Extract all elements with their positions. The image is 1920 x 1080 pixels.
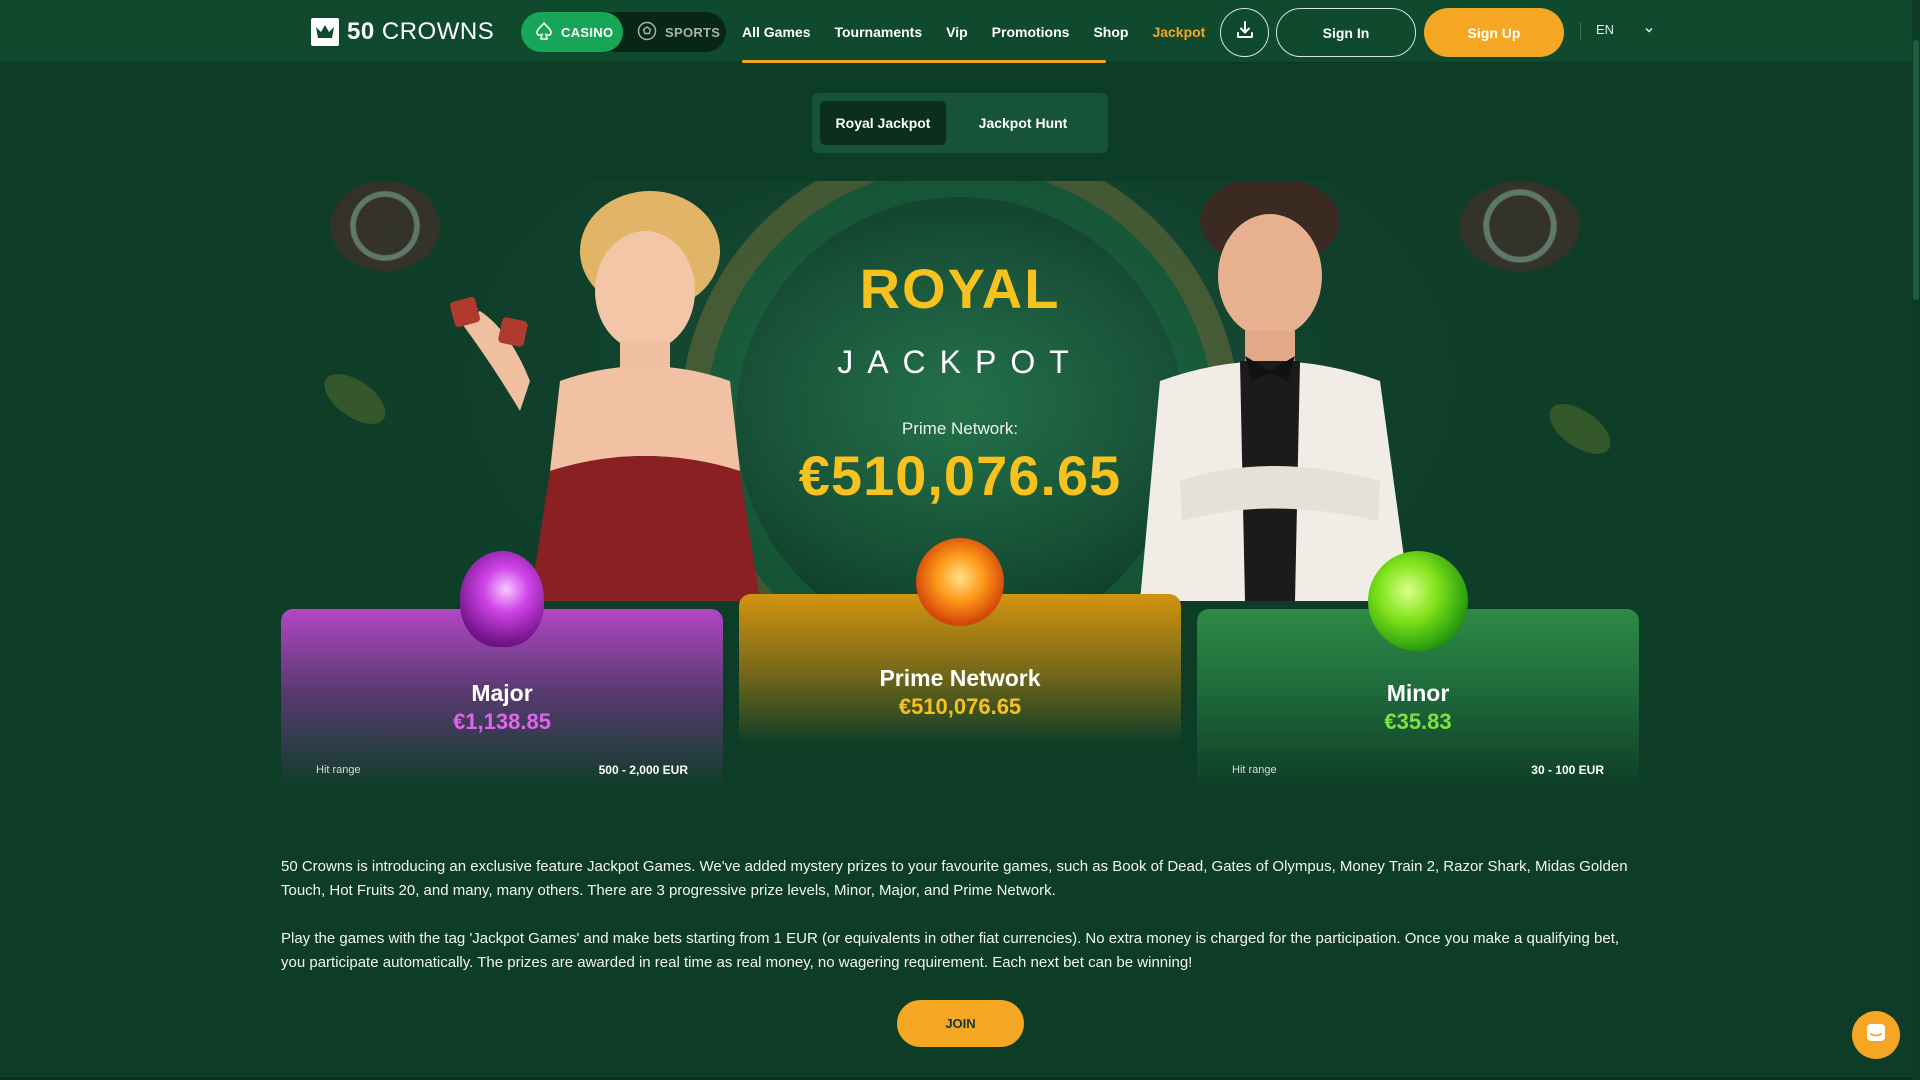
nav-vip[interactable]: Vip xyxy=(946,24,968,40)
prime-network-title: Prime Network xyxy=(879,665,1041,691)
hit-range-label: Hit range xyxy=(316,764,361,776)
nav-shop[interactable]: Shop xyxy=(1093,24,1128,40)
download-icon xyxy=(1234,19,1256,46)
hit-range-value: 30 - 100 EUR xyxy=(1531,763,1604,777)
fire-gem-icon xyxy=(916,538,1004,626)
spade-icon xyxy=(535,21,553,43)
casino-label: CASINO xyxy=(561,24,614,40)
major-title: Major xyxy=(471,680,533,706)
major-amount: €1,138.85 xyxy=(453,709,551,734)
site-header: 50 CROWNS CASINO SPORTS All Games Tourna… xyxy=(0,0,1920,63)
scrollbar-thumb[interactable] xyxy=(1913,40,1919,300)
mode-switch: CASINO SPORTS xyxy=(521,12,726,52)
logo[interactable]: 50 CROWNS xyxy=(311,18,494,46)
nav-tournaments[interactable]: Tournaments xyxy=(834,24,922,40)
prime-network-jackpot-card: Prime Network €510,076.65 xyxy=(739,538,1181,744)
hero-title: ROYAL xyxy=(859,257,1061,320)
download-button[interactable] xyxy=(1220,8,1269,57)
male-character-illustration xyxy=(1140,181,1410,601)
divider xyxy=(1580,22,1581,40)
hero-subtitle: JACKPOT xyxy=(837,344,1083,380)
sign-in-button[interactable]: Sign In xyxy=(1276,8,1416,57)
hit-range-value: 500 - 2,000 EUR xyxy=(598,763,688,777)
purple-gem-icon xyxy=(460,551,544,647)
tab-royal-jackpot[interactable]: Royal Jackpot xyxy=(820,101,946,145)
tab-jackpot-hunt[interactable]: Jackpot Hunt xyxy=(946,101,1100,145)
prime-network-amount: €510,076.65 xyxy=(898,694,1022,719)
description-paragraph-1: 50 Crowns is introducing an exclusive fe… xyxy=(281,858,1628,899)
nav-jackpot[interactable]: Jackpot xyxy=(1152,24,1205,40)
casino-mode-button[interactable]: CASINO xyxy=(521,12,623,52)
chat-icon xyxy=(1864,1021,1888,1050)
language-label: EN xyxy=(1596,22,1615,37)
crown-logo-icon xyxy=(311,18,339,46)
major-jackpot-card: Major €1,138.85 Hit range 500 - 2,000 EU… xyxy=(281,551,723,789)
hit-range-label: Hit range xyxy=(1232,764,1277,776)
jackpot-tabs: Royal Jackpot Jackpot Hunt xyxy=(812,93,1108,153)
sports-mode-button[interactable]: SPORTS xyxy=(623,12,726,52)
chevron-down-icon xyxy=(1644,22,1654,37)
female-character-illustration xyxy=(449,191,760,601)
main-nav: All Games Tournaments Vip Promotions Sho… xyxy=(742,0,1229,63)
nav-active-indicator xyxy=(742,60,1106,63)
nav-all-games[interactable]: All Games xyxy=(742,24,810,40)
minor-jackpot-card: Minor €35.83 Hit range 30 - 100 EUR xyxy=(1197,551,1639,789)
green-gem-icon xyxy=(1368,551,1468,651)
hero-prime-label: Prime Network: xyxy=(901,419,1019,438)
join-button[interactable]: JOIN xyxy=(897,1000,1024,1047)
description-paragraph-2: Play the games with the tag 'Jackpot Gam… xyxy=(281,930,1620,971)
sign-up-button[interactable]: Sign Up xyxy=(1424,8,1564,57)
logo-text: 50 CROWNS xyxy=(347,18,495,45)
nav-promotions[interactable]: Promotions xyxy=(992,24,1070,40)
minor-amount: €35.83 xyxy=(1384,709,1452,734)
soccer-ball-icon xyxy=(637,21,657,44)
minor-title: Minor xyxy=(1386,680,1450,706)
hero-prime-amount: €510,076.65 xyxy=(798,444,1122,507)
live-chat-button[interactable] xyxy=(1852,1011,1900,1059)
sports-label: SPORTS xyxy=(665,24,721,40)
language-selector[interactable]: EN xyxy=(1596,22,1654,37)
